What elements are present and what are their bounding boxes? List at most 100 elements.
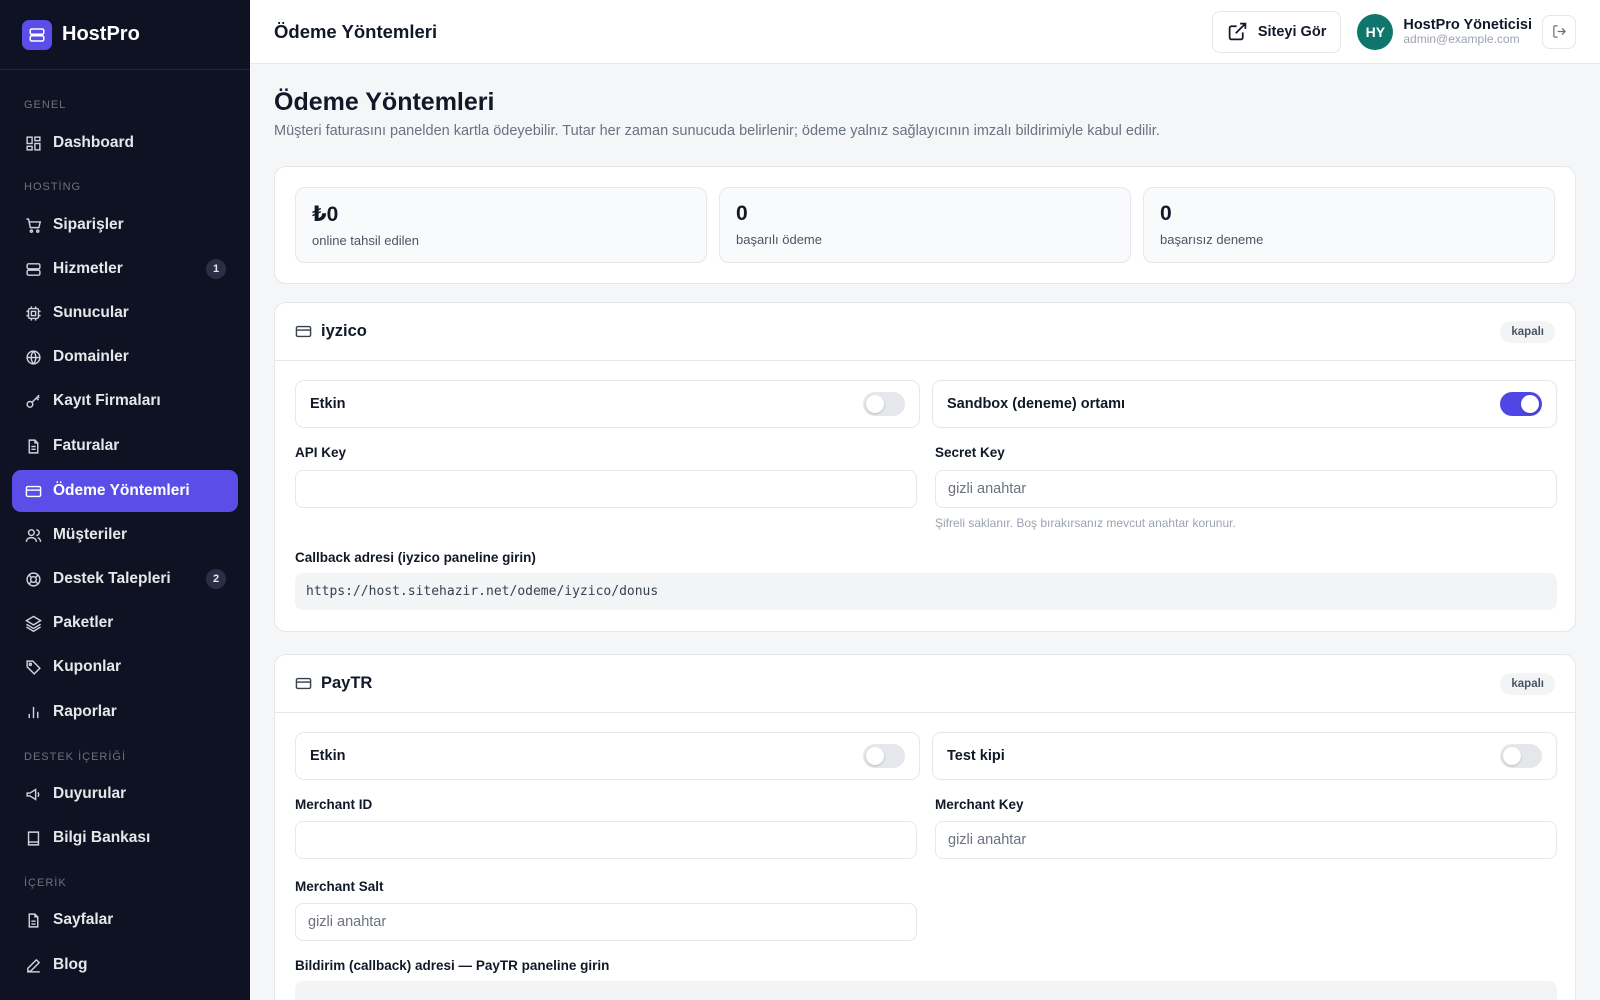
sidebar-item-blog[interactable]: Blog bbox=[12, 944, 238, 986]
sidebar-item-kayit-firmalari[interactable]: Kayıt Firmaları bbox=[12, 380, 238, 422]
stat-value: ₺0 bbox=[312, 203, 339, 226]
sidebar-item-sunucular[interactable]: Sunucular bbox=[12, 292, 238, 334]
page-description: Müşteri faturasını panelden kartla ödeye… bbox=[274, 123, 1160, 139]
sidebar-item-siparisler[interactable]: Siparişler bbox=[12, 204, 238, 246]
count-badge: 2 bbox=[206, 569, 226, 589]
merchant-salt-label: Merchant Salt bbox=[295, 879, 384, 894]
credit-card-icon bbox=[295, 675, 312, 692]
paytr-body: Etkin Test kipi Merchant ID Merchant Key… bbox=[275, 713, 1575, 1000]
globe-icon bbox=[24, 348, 42, 366]
callback-url[interactable] bbox=[295, 981, 1557, 1000]
merchant-salt-input[interactable] bbox=[295, 903, 917, 941]
paytr-enabled-toggle[interactable]: Etkin bbox=[295, 732, 920, 780]
iyzico-enabled-toggle[interactable]: Etkin bbox=[295, 380, 920, 428]
sidebar-item-label: Domainler bbox=[53, 348, 129, 365]
stat-successful: 0 başarılı ödeme bbox=[719, 187, 1131, 263]
sidebar-item-label: Bilgi Bankası bbox=[53, 829, 151, 846]
nav-section-icerik: İÇERİK bbox=[24, 877, 67, 889]
sidebar-item-musteriler[interactable]: Müşteriler bbox=[12, 514, 238, 556]
sidebar-item-paketler[interactable]: Paketler bbox=[12, 602, 238, 644]
secret-key-input[interactable] bbox=[935, 470, 1557, 508]
sidebar: HostPro GENEL Dashboard HOSTİNG Siparişl… bbox=[0, 0, 250, 1000]
key-icon bbox=[24, 392, 42, 410]
stat-value: 0 bbox=[736, 202, 748, 225]
toggle-label: Etkin bbox=[310, 396, 346, 412]
callback-label: Callback adresi (iyzico paneline girin) bbox=[295, 550, 536, 565]
iyzico-card: iyzico kapalı Etkin Sandbox (deneme) ort… bbox=[274, 302, 1576, 632]
view-site-label: Siteyi Gör bbox=[1257, 23, 1327, 40]
merchant-key-input[interactable] bbox=[935, 821, 1557, 859]
stats-card: ₺0 online tahsil edilen 0 başarılı ödeme… bbox=[274, 166, 1576, 284]
toggle-label: Sandbox (deneme) ortamı bbox=[947, 396, 1126, 412]
iyzico-header: iyzico kapalı bbox=[275, 303, 1575, 361]
sidebar-item-domainler[interactable]: Domainler bbox=[12, 336, 238, 378]
dashboard-icon bbox=[24, 134, 42, 152]
external-link-icon bbox=[1227, 21, 1248, 42]
nav-section-hosting: HOSTİNG bbox=[24, 181, 82, 193]
sandbox-switch[interactable] bbox=[1500, 392, 1542, 416]
sidebar-item-dashboard[interactable]: Dashboard bbox=[12, 122, 238, 164]
test-switch[interactable] bbox=[1500, 744, 1542, 768]
invoice-icon bbox=[24, 437, 42, 455]
sidebar-item-sayfalar[interactable]: Sayfalar bbox=[12, 899, 238, 941]
sidebar-item-odeme-yontemleri[interactable]: Ödeme Yöntemleri bbox=[12, 470, 238, 512]
callback-url[interactable]: https://host.sitehazir.net/odeme/iyzico/… bbox=[295, 573, 1557, 610]
stat-value: 0 bbox=[1160, 202, 1172, 225]
sidebar-item-faturalar[interactable]: Faturalar bbox=[12, 425, 238, 467]
status-badge: kapalı bbox=[1500, 672, 1555, 695]
sidebar-item-destek-talepleri[interactable]: Destek Talepleri 2 bbox=[12, 558, 238, 600]
sidebar-item-raporlar[interactable]: Raporlar bbox=[12, 691, 238, 733]
sidebar-item-bilgi-bankasi[interactable]: Bilgi Bankası bbox=[12, 817, 238, 859]
users-icon bbox=[24, 526, 42, 544]
gateway-name: iyzico bbox=[321, 322, 367, 340]
merchant-id-label: Merchant ID bbox=[295, 797, 373, 812]
paytr-header: PayTR kapalı bbox=[275, 655, 1575, 713]
stat-label: online tahsil edilen bbox=[312, 233, 419, 248]
cart-icon bbox=[24, 216, 42, 234]
sidebar-item-label: Siparişler bbox=[53, 216, 124, 233]
sidebar-item-label: Kayıt Firmaları bbox=[53, 392, 161, 409]
brand[interactable]: HostPro bbox=[0, 0, 250, 70]
sidebar-item-duyurular[interactable]: Duyurular bbox=[12, 773, 238, 815]
sidebar-item-hizmetler[interactable]: Hizmetler 1 bbox=[12, 248, 238, 290]
sidebar-item-label: Ödeme Yöntemleri bbox=[53, 482, 190, 499]
stat-failed: 0 başarısız deneme bbox=[1143, 187, 1555, 263]
paytr-card: PayTR kapalı Etkin Test kipi Merchant ID… bbox=[274, 654, 1576, 1000]
sidebar-item-label: Paketler bbox=[53, 614, 114, 631]
page-title: Ödeme Yöntemleri bbox=[274, 88, 495, 116]
lifebuoy-icon bbox=[24, 570, 42, 588]
nav-section-genel: GENEL bbox=[24, 99, 67, 111]
secret-key-label: Secret Key bbox=[935, 445, 1005, 460]
brand-name: HostPro bbox=[62, 23, 140, 45]
topbar: Ödeme Yöntemleri Siteyi Gör HY HostPro Y… bbox=[250, 0, 1600, 64]
iyzico-sandbox-toggle[interactable]: Sandbox (deneme) ortamı bbox=[932, 380, 1557, 428]
sidebar-item-label: Sayfalar bbox=[53, 911, 114, 928]
stat-collected: ₺0 online tahsil edilen bbox=[295, 187, 707, 263]
stat-label: başarılı ödeme bbox=[736, 232, 822, 247]
layers-icon bbox=[24, 614, 42, 632]
logout-button[interactable] bbox=[1542, 14, 1576, 49]
api-key-label: API Key bbox=[295, 445, 347, 460]
api-key-input[interactable] bbox=[295, 470, 917, 508]
toggle-label: Test kipi bbox=[947, 748, 1005, 764]
gateway-name: PayTR bbox=[321, 674, 373, 692]
nav-section-destek-icerigi: DESTEK İÇERİĞİ bbox=[24, 751, 127, 763]
stat-label: başarısız deneme bbox=[1160, 232, 1264, 247]
topbar-title: Ödeme Yöntemleri bbox=[274, 20, 438, 42]
enabled-switch[interactable] bbox=[863, 744, 905, 768]
tag-icon bbox=[24, 658, 42, 676]
megaphone-icon bbox=[24, 785, 42, 803]
enabled-switch[interactable] bbox=[863, 392, 905, 416]
paytr-test-toggle[interactable]: Test kipi bbox=[932, 732, 1557, 780]
sidebar-item-kuponlar[interactable]: Kuponlar bbox=[12, 646, 238, 688]
merchant-id-input[interactable] bbox=[295, 821, 917, 859]
sidebar-item-label: Duyurular bbox=[53, 785, 127, 802]
sidebar-item-label: Müşteriler bbox=[53, 526, 128, 543]
count-badge: 1 bbox=[206, 259, 226, 279]
sidebar-item-label: Raporlar bbox=[53, 703, 117, 720]
avatar[interactable]: HY bbox=[1357, 13, 1394, 50]
view-site-button[interactable]: Siteyi Gör bbox=[1211, 10, 1342, 53]
user-name: HostPro Yöneticisi bbox=[1403, 16, 1532, 33]
sidebar-item-label: Faturalar bbox=[53, 437, 120, 454]
sidebar-item-label: Sunucular bbox=[53, 304, 129, 321]
